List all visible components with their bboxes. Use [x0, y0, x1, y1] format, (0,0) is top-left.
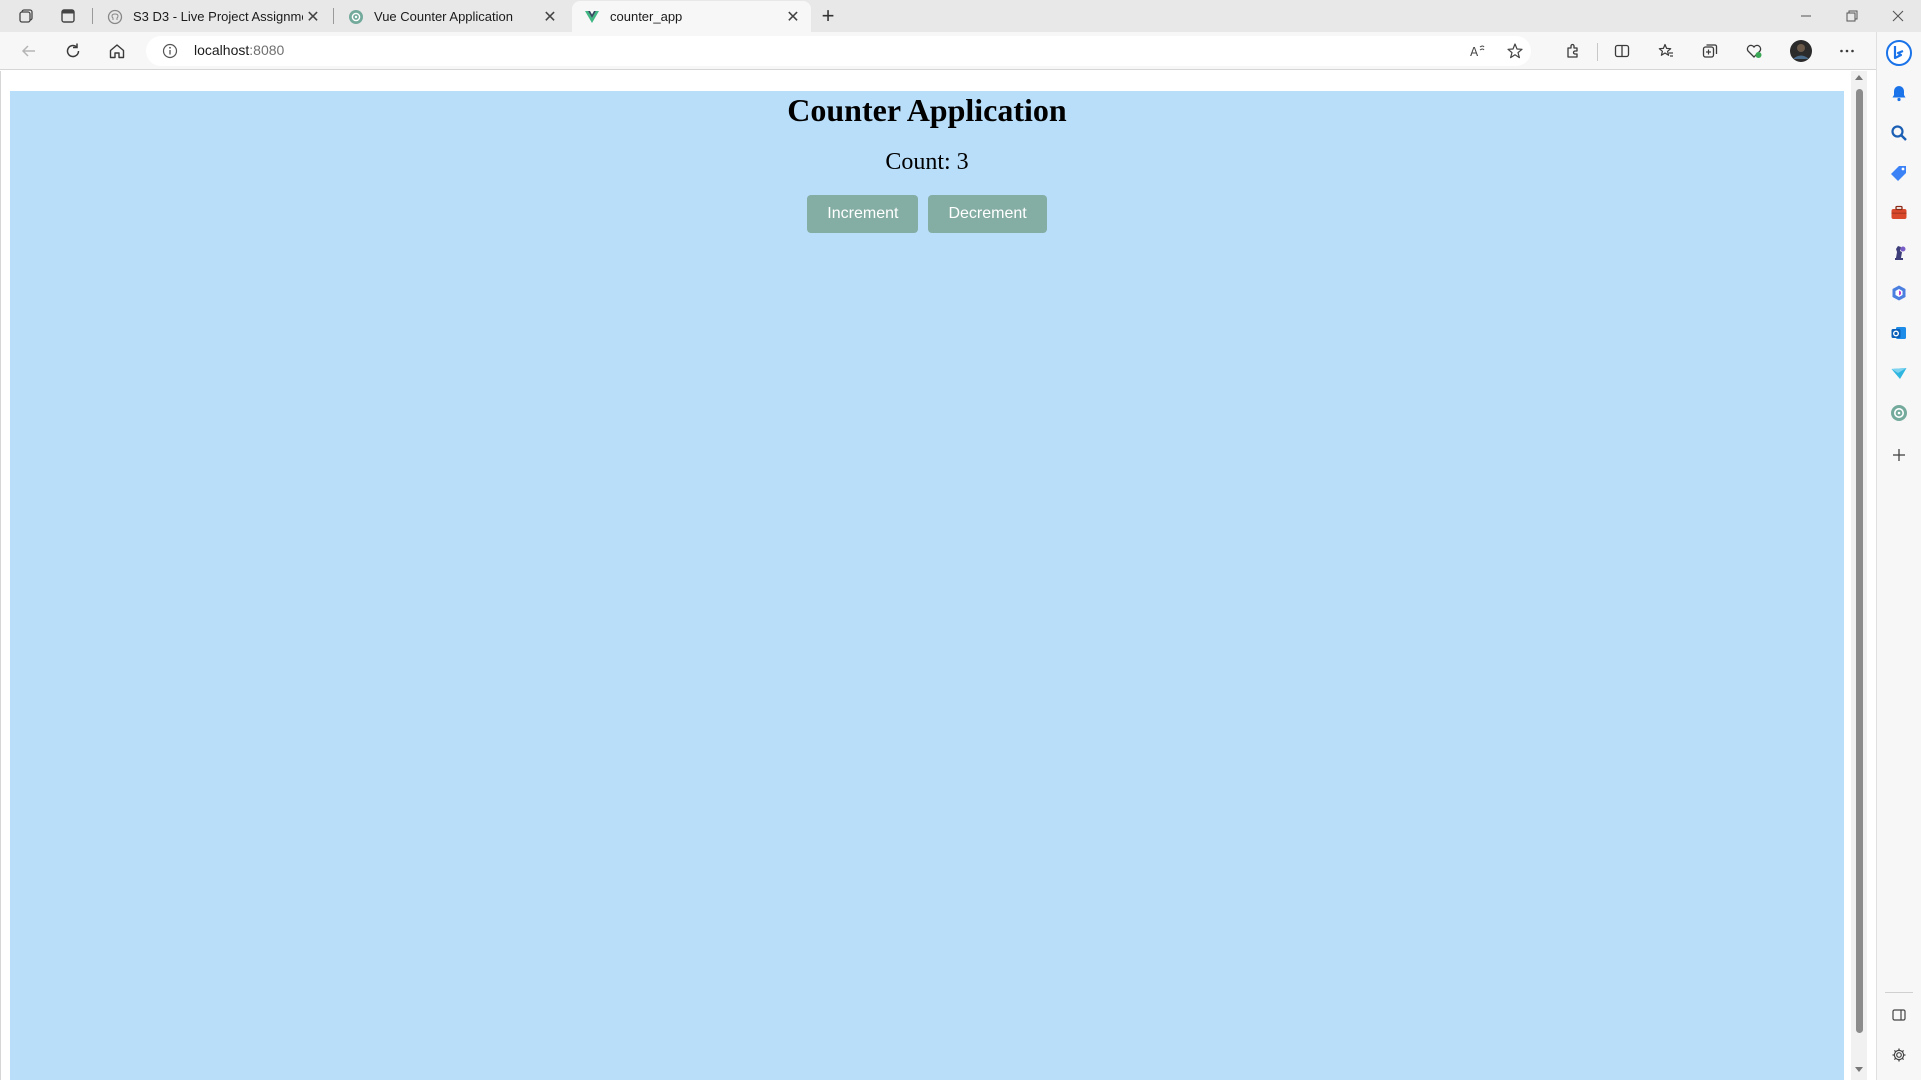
vue-logo-icon — [585, 10, 599, 23]
tab-counter-app[interactable]: counter_app ✕ — [572, 1, 811, 32]
hide-sidebar-icon[interactable] — [1888, 1004, 1910, 1026]
close-window-button[interactable] — [1875, 0, 1921, 32]
chatgpt-icon[interactable] — [1888, 402, 1910, 424]
scroll-down-arrow-icon[interactable] — [1855, 1067, 1863, 1072]
favorites-icon[interactable] — [1651, 37, 1681, 65]
tab-title: counter_app — [610, 9, 683, 24]
bing-copilot-icon[interactable] — [1885, 39, 1913, 67]
github-icon — [107, 9, 123, 24]
edge-sidebar — [1876, 32, 1921, 1080]
toolbar-separator — [1597, 43, 1598, 61]
notifications-bell-icon[interactable] — [1888, 82, 1910, 104]
back-button[interactable] — [14, 37, 44, 65]
restore-button[interactable] — [1829, 0, 1875, 32]
split-screen-icon[interactable] — [1607, 37, 1637, 65]
chatgpt-icon — [349, 9, 363, 24]
microsoft-365-icon[interactable] — [1888, 282, 1910, 304]
url-text[interactable]: localhost:8080 — [194, 42, 284, 58]
collections-icon[interactable] — [1695, 37, 1725, 65]
tab-title: Vue Counter Application — [374, 9, 514, 24]
sidebar-separator — [1885, 992, 1913, 993]
counter-app-container: Counter Application Count: 3 Increment D… — [10, 91, 1844, 1080]
workspaces-icon[interactable] — [16, 6, 36, 26]
scrollbar-thumb[interactable] — [1856, 89, 1863, 1033]
tab-separator — [92, 8, 93, 24]
search-icon[interactable] — [1888, 122, 1910, 144]
drop-send-icon[interactable] — [1888, 362, 1910, 384]
tab-separator — [333, 8, 334, 24]
tab-strip: S3 D3 - Live Project Assignment ✕ Vue Co… — [0, 0, 1921, 32]
close-tab-icon[interactable]: ✕ — [783, 7, 803, 27]
close-tab-icon[interactable]: ✕ — [303, 7, 323, 27]
outlook-icon[interactable] — [1888, 322, 1910, 344]
extensions-icon[interactable] — [1558, 37, 1588, 65]
close-tab-icon[interactable]: ✕ — [540, 7, 560, 27]
tab-title: S3 D3 - Live Project Assignment — [133, 9, 303, 24]
tools-briefcase-icon[interactable] — [1888, 202, 1910, 224]
refresh-button[interactable] — [58, 37, 88, 65]
page-viewport: Counter Application Count: 3 Increment D… — [0, 71, 1876, 1080]
browser-essentials-icon[interactable] — [1739, 37, 1769, 65]
home-button[interactable] — [102, 37, 132, 65]
tab-actions-icon[interactable] — [58, 6, 78, 26]
read-aloud-icon[interactable]: A — [1462, 37, 1492, 65]
settings-and-more-icon[interactable] — [1832, 37, 1862, 65]
profile-avatar[interactable] — [1786, 37, 1816, 65]
minimize-button[interactable] — [1783, 0, 1829, 32]
add-sidebar-app-icon[interactable] — [1888, 444, 1910, 466]
count-display: Count: 3 — [885, 149, 969, 175]
page-scrollbar[interactable] — [1851, 71, 1867, 1080]
scroll-up-arrow-icon[interactable] — [1855, 75, 1863, 80]
address-bar[interactable]: localhost:8080 A — [146, 36, 1531, 66]
shopping-tag-icon[interactable] — [1888, 162, 1910, 184]
url-host: localhost — [194, 42, 250, 58]
svg-text:A: A — [1470, 45, 1479, 59]
sidebar-settings-gear-icon[interactable] — [1888, 1044, 1910, 1066]
counter-button-row: Increment Decrement — [10, 195, 1844, 233]
favorite-star-icon[interactable] — [1500, 37, 1530, 65]
tab-vue-counter-application[interactable]: Vue Counter Application ✕ — [336, 1, 568, 32]
url-port: :8080 — [249, 42, 285, 58]
page-title: Counter Application — [787, 92, 1067, 128]
decrement-button[interactable]: Decrement — [928, 195, 1047, 233]
new-tab-button[interactable]: + — [815, 3, 841, 28]
games-chess-icon[interactable] — [1888, 242, 1910, 264]
tab-s3-d3-live-project[interactable]: S3 D3 - Live Project Assignment ✕ — [95, 1, 331, 32]
browser-toolbar: localhost:8080 A — [0, 32, 1921, 70]
site-info-icon[interactable] — [162, 43, 178, 59]
increment-button[interactable]: Increment — [807, 195, 919, 233]
